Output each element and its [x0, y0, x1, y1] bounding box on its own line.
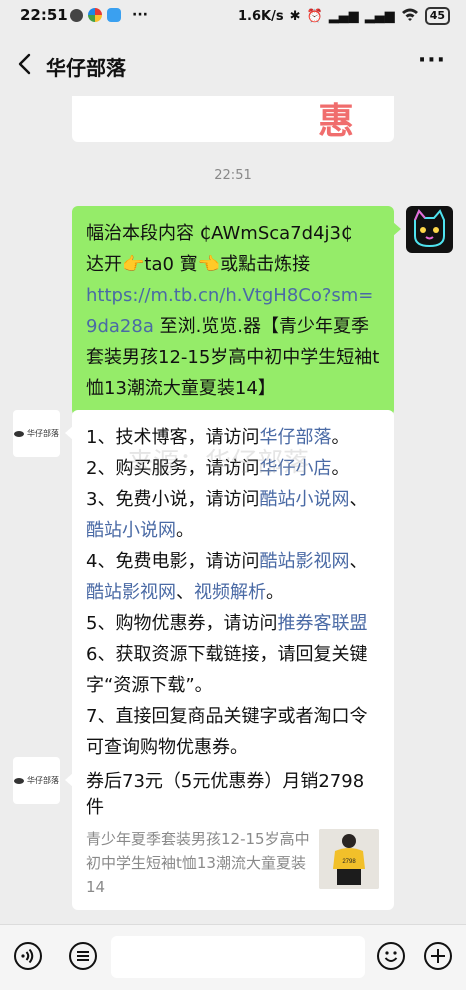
bubble-tail: [393, 222, 401, 236]
logo-eye-icon: [14, 430, 24, 437]
reply-item-suffix: 。: [266, 582, 284, 603]
reply-item: 2、购买服务，请访问华仔小店。: [86, 453, 380, 484]
status-app-icons: ···: [70, 7, 148, 23]
sent-message-line1: 幅治本段内容 ₵AWmSca7d4j3₵: [86, 223, 353, 244]
avatar-label: 华仔部落: [27, 429, 59, 438]
back-icon[interactable]: [12, 50, 40, 78]
reply-item-suffix: 。: [331, 427, 350, 448]
reply-item-link[interactable]: 酷站小说网: [259, 489, 349, 510]
reply-item: 6、获取资源下载链接，请回复关键字“资源下载”。: [86, 639, 380, 701]
cat-avatar-icon: [414, 209, 445, 248]
reply-item-link[interactable]: 推券客联盟: [277, 613, 367, 634]
reply-item-suffix: 、: [349, 551, 368, 572]
list-menu-icon[interactable]: [68, 941, 98, 971]
reply-item: 酷站小说网。: [86, 515, 380, 546]
product-photo: 2798: [319, 829, 379, 889]
reply-item-link[interactable]: 视频解析: [194, 582, 266, 603]
reply-item-link[interactable]: 华仔小店: [259, 458, 331, 479]
product-card-title: 券后73元（5元优惠券）月销2798件: [86, 771, 365, 818]
input-bar: [0, 924, 466, 990]
reply-item-text: 5、购物优惠券，请访问: [86, 613, 278, 634]
avatar-label: 华仔部落: [27, 776, 59, 785]
product-thumbnail: 2798: [319, 829, 379, 889]
reply-item-suffix: 。: [176, 520, 194, 541]
plus-icon[interactable]: [423, 941, 453, 971]
reply-item: 4、免费电影，请访问酷站影视网、: [86, 546, 380, 577]
product-card[interactable]: 券后73元（5元优惠券）月销2798件 青少年夏季套装男孩12-15岁高中初中学…: [65, 757, 394, 910]
gallery-icon: [107, 8, 121, 22]
reply-item-text: 1、技术博客，请访问: [86, 427, 260, 448]
browser-icon: [88, 8, 102, 22]
reply-item: 7、直接回复商品关键字或者淘口令可查询购物优惠券。: [86, 701, 380, 763]
reply-item-text: 6、获取资源下载链接，请回复关键字“资源下载”。: [86, 644, 368, 696]
alarm-icon: ⏰: [306, 8, 323, 24]
bubble-tail: [65, 773, 73, 787]
message-input[interactable]: [111, 936, 365, 978]
user-avatar[interactable]: [406, 206, 453, 253]
wifi-icon: [401, 7, 419, 25]
status-bar: 22:51 ··· 1.6K/s ✱ ⏰ ▂▄▆ ▂▄▆ 45: [0, 0, 466, 32]
reply-item-suffix: 、: [176, 582, 194, 603]
reply-item-suffix: 。: [331, 458, 350, 479]
message-timestamp: 22:51: [214, 168, 252, 183]
reply-message-bubble[interactable]: 1、技术博客，请访问华仔部落。 2、购买服务，请访问华仔小店。 3、免费小说，请…: [65, 410, 394, 775]
battery-icon: 45: [424, 7, 450, 25]
signal-icon-2: ▂▄▆: [364, 8, 395, 24]
reply-item: 3、免费小说，请访问酷站小说网、: [86, 484, 380, 515]
more-options-icon[interactable]: ···: [418, 48, 446, 73]
product-card-description: 青少年夏季套装男孩12-15岁高中初中学生短袖t恤13潮流大童夏装14: [86, 830, 310, 896]
reply-item-suffix: 、: [349, 489, 368, 510]
status-right: 1.6K/s ✱ ⏰ ▂▄▆ ▂▄▆ 45: [238, 7, 450, 25]
reply-item-text: 3、免费小说，请访问: [86, 489, 260, 510]
reply-item: 酷站影视网、视频解析。: [86, 577, 380, 608]
previous-card[interactable]: 惠: [72, 96, 394, 142]
chat-title: 华仔部落: [46, 56, 126, 80]
previous-card-text: 惠: [318, 101, 355, 142]
reply-item-link[interactable]: 酷站影视网: [86, 582, 176, 603]
status-time: 22:51: [20, 6, 68, 24]
svg-text:2798: 2798: [342, 859, 356, 865]
official-account-avatar-2[interactable]: 华仔部落: [13, 757, 60, 804]
voice-icon[interactable]: [13, 941, 43, 971]
reply-item-text: 7、直接回复商品关键字或者淘口令可查询购物优惠券。: [86, 706, 368, 758]
reply-item-link[interactable]: 酷站小说网: [86, 520, 176, 541]
reply-item-text: 2、购买服务，请访问: [86, 458, 260, 479]
status-more: ···: [132, 7, 148, 23]
reply-item: 1、技术博客，请访问华仔部落。: [86, 422, 380, 453]
reply-item-text: 4、免费电影，请访问: [86, 551, 260, 572]
reply-item-link[interactable]: 华仔部落: [259, 427, 331, 448]
emoji-icon[interactable]: [376, 941, 406, 971]
chat-area[interactable]: 惠 22:51 幅治本段内容 ₵AWmSca7d4j3₵ 达开👉ta0 寶👈或點…: [0, 96, 466, 924]
bluetooth-icon: ✱: [289, 8, 301, 24]
reply-item-link[interactable]: 酷站影视网: [259, 551, 349, 572]
network-speed: 1.6K/s: [238, 8, 284, 24]
signal-icon: ▂▄▆: [328, 8, 359, 24]
chat-header: 华仔部落 ···: [0, 32, 466, 96]
reply-item: 5、购物优惠券，请访问推券客联盟: [86, 608, 380, 639]
sent-message-line2: 达开👉ta0 寶👈或點击炼接: [86, 254, 311, 275]
notification-icon: [70, 8, 83, 22]
logo-eye-icon: [14, 777, 24, 784]
sent-message-bubble[interactable]: 幅治本段内容 ₵AWmSca7d4j3₵ 达开👉ta0 寶👈或點击炼接 http…: [72, 206, 401, 416]
official-account-avatar[interactable]: 华仔部落: [13, 410, 60, 457]
bubble-tail: [65, 426, 73, 440]
